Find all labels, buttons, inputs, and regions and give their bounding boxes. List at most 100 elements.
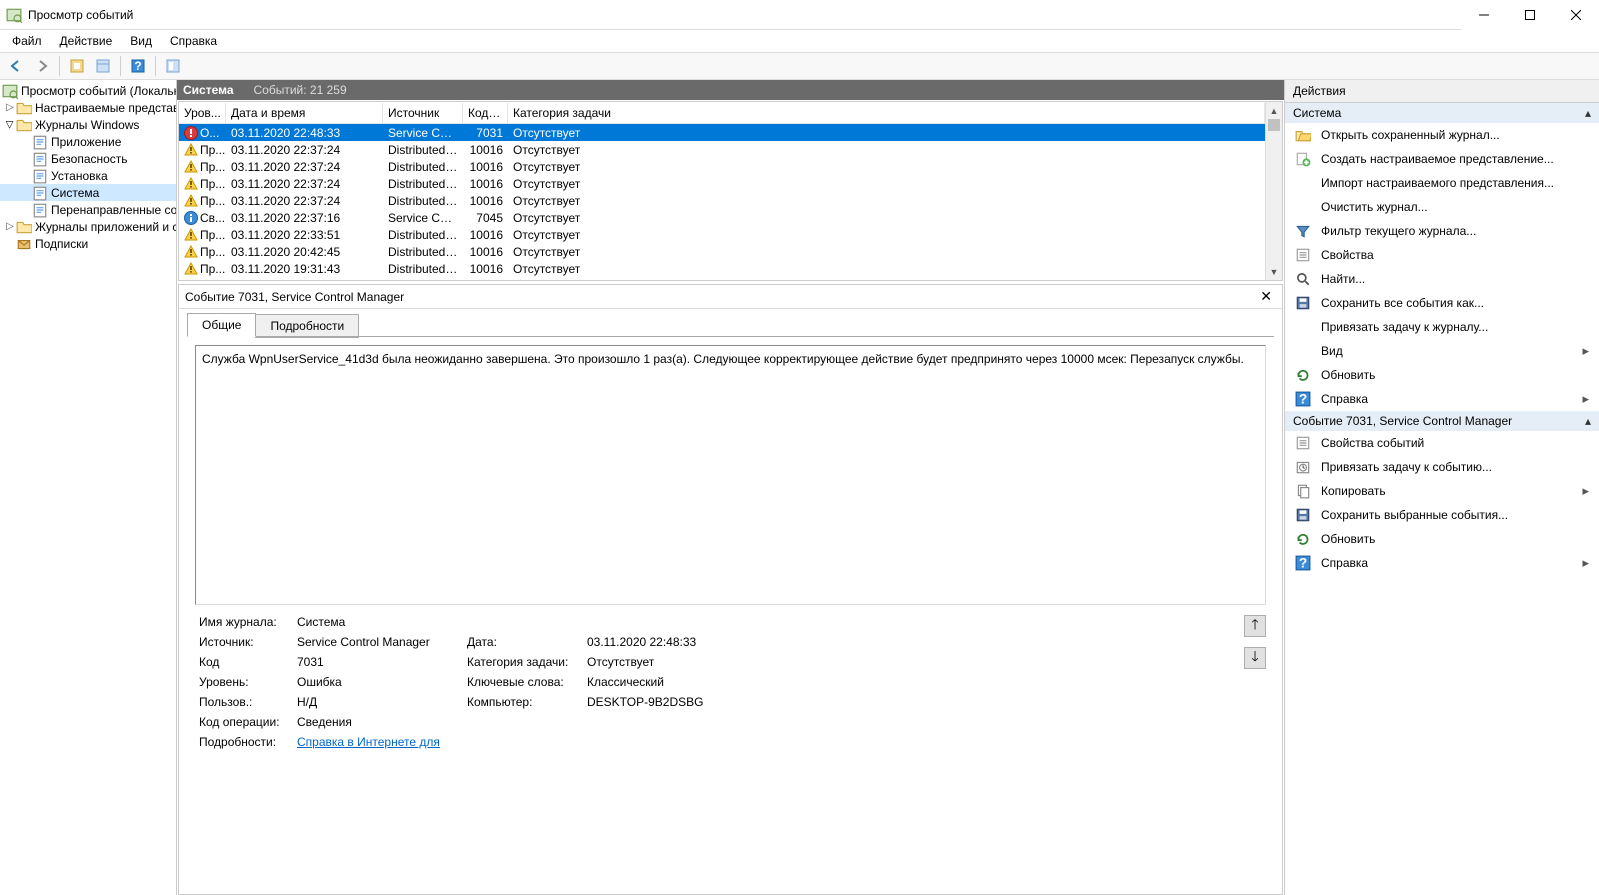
nav-back-button[interactable] (4, 54, 28, 78)
action-item[interactable]: Обновить (1285, 527, 1599, 551)
chevron-right-icon: ▸ (1582, 483, 1589, 499)
actions-pane: Действия Система▴ Открыть сохраненный жу… (1285, 80, 1599, 895)
col-category[interactable]: Категория задачи (508, 103, 1265, 123)
tree-setup[interactable]: Установка (0, 167, 176, 184)
props-icon (1295, 435, 1311, 451)
event-description: Служба WpnUserService_41d3d была неожида… (195, 345, 1266, 605)
detail-close-button[interactable]: ✕ (1256, 288, 1276, 305)
action-item[interactable]: Импорт настраиваемого представления... (1285, 171, 1599, 195)
action-item[interactable]: Создать настраиваемое представление... (1285, 147, 1599, 171)
chevron-right-icon: ▸ (1582, 343, 1589, 359)
minimize-button[interactable] (1461, 0, 1507, 30)
action-item[interactable]: Найти... (1285, 267, 1599, 291)
tree-custom-views[interactable]: ▷ Настраиваемые представл (0, 99, 176, 116)
chevron-right-icon: ▸ (1582, 555, 1589, 571)
scroll-down-icon[interactable]: ▼ (1266, 263, 1282, 280)
window-title: Просмотр событий (28, 8, 133, 22)
nav-up-button[interactable]: 🡑 (1244, 615, 1266, 637)
toolbar-button-3[interactable] (161, 54, 185, 78)
toolbar-button-2[interactable] (91, 54, 115, 78)
tree-root[interactable]: Просмотр событий (Локальны (0, 82, 176, 99)
log-icon (32, 185, 48, 201)
online-help-link[interactable]: Справка в Интернете для (297, 735, 440, 749)
center-header: Система Событий: 21 259 (177, 80, 1284, 100)
nav-forward-button[interactable] (30, 54, 54, 78)
actions-section-system[interactable]: Система▴ (1285, 103, 1599, 123)
event-row[interactable]: Пр...03.11.2020 20:42:45DistributedC...1… (179, 243, 1265, 260)
close-button[interactable] (1553, 0, 1599, 30)
tree-windows-logs[interactable]: ▷ Журналы Windows (0, 116, 176, 133)
warn-icon (184, 245, 198, 259)
action-item[interactable]: Привязать задачу к журналу... (1285, 315, 1599, 339)
menu-file[interactable]: Файл (4, 32, 50, 50)
action-item[interactable]: Свойства (1285, 243, 1599, 267)
collapse-icon: ▴ (1585, 414, 1591, 428)
actions-heading: Действия (1285, 80, 1599, 103)
event-list: Уров... Дата и время Источник Код с... К… (178, 101, 1283, 281)
tree-system[interactable]: Система (0, 184, 176, 201)
event-list-scrollbar[interactable]: ▲ ▼ (1265, 102, 1282, 280)
event-row[interactable]: Пр...03.11.2020 22:37:24DistributedC...1… (179, 158, 1265, 175)
chevron-right-icon: ▸ (1582, 391, 1589, 407)
actions-section-event[interactable]: Событие 7031, Service Control Manager▴ (1285, 411, 1599, 431)
action-item[interactable]: Справка▸ (1285, 387, 1599, 411)
detail-title: Событие 7031, Service Control Manager (185, 290, 404, 304)
col-date[interactable]: Дата и время (226, 103, 383, 123)
props-icon (1295, 247, 1311, 263)
tree-subscriptions[interactable]: Подписки (0, 235, 176, 252)
log-icon (32, 134, 48, 150)
event-row[interactable]: Пр...03.11.2020 22:37:24DistributedC...1… (179, 192, 1265, 209)
tab-general[interactable]: Общие (187, 313, 256, 337)
menubar: Файл Действие Вид Справка (0, 30, 1599, 52)
action-item[interactable]: Очистить журнал... (1285, 195, 1599, 219)
tab-details[interactable]: Подробности (255, 314, 359, 338)
action-item[interactable]: Свойства событий (1285, 431, 1599, 455)
action-item[interactable]: Фильтр текущего журнала... (1285, 219, 1599, 243)
event-row[interactable]: Пр...03.11.2020 22:37:24DistributedC...1… (179, 175, 1265, 192)
nav-down-button[interactable]: 🡓 (1244, 647, 1266, 669)
maximize-button[interactable] (1507, 0, 1553, 30)
tree-app-logs[interactable]: ▷ Журналы приложений и сл (0, 218, 176, 235)
toolbar (0, 52, 1599, 80)
find-icon (1295, 271, 1311, 287)
titlebar: Просмотр событий (0, 0, 1461, 30)
menu-help[interactable]: Справка (162, 32, 225, 50)
scroll-up-icon[interactable]: ▲ (1266, 102, 1282, 119)
app-icon (6, 7, 22, 23)
menu-view[interactable]: Вид (122, 32, 160, 50)
col-code[interactable]: Код с... (463, 103, 508, 123)
event-row[interactable]: Пр...03.11.2020 19:31:43DistributedC...1… (179, 260, 1265, 277)
expander-icon[interactable]: ▷ (4, 221, 16, 233)
action-item[interactable]: Сохранить все события как... (1285, 291, 1599, 315)
action-item[interactable]: Копировать▸ (1285, 479, 1599, 503)
menu-action[interactable]: Действие (52, 32, 121, 50)
copy-icon (1295, 483, 1311, 499)
event-row[interactable]: Пр...03.11.2020 22:33:51DistributedC...1… (179, 226, 1265, 243)
expander-icon[interactable]: ▷ (4, 119, 16, 131)
event-row[interactable]: О...03.11.2020 22:48:33Service Cont...70… (179, 124, 1265, 141)
event-row[interactable]: Пр...03.11.2020 22:37:24DistributedC...1… (179, 141, 1265, 158)
tree-security[interactable]: Безопасность (0, 150, 176, 167)
log-icon (32, 202, 48, 218)
expander-icon[interactable]: ▷ (4, 102, 16, 114)
event-row[interactable]: Св...03.11.2020 22:37:16Service Cont...7… (179, 209, 1265, 226)
action-item[interactable]: Обновить (1285, 363, 1599, 387)
action-item[interactable]: Привязать задачу к событию... (1285, 455, 1599, 479)
action-item[interactable]: Справка▸ (1285, 551, 1599, 575)
col-level[interactable]: Уров... (179, 103, 226, 123)
toolbar-button-1[interactable] (65, 54, 89, 78)
warn-icon (184, 262, 198, 276)
tree-forwarded[interactable]: Перенаправленные соб (0, 201, 176, 218)
folder-icon (16, 219, 32, 235)
col-source[interactable]: Источник (383, 103, 463, 123)
action-item[interactable]: Вид▸ (1285, 339, 1599, 363)
refresh-icon (1295, 367, 1311, 383)
subscription-icon (16, 236, 32, 252)
toolbar-help-button[interactable] (126, 54, 150, 78)
log-icon (32, 151, 48, 167)
tree-application[interactable]: Приложение (0, 133, 176, 150)
action-item[interactable]: Сохранить выбранные события... (1285, 503, 1599, 527)
warn-icon (184, 160, 198, 174)
action-item[interactable]: Открыть сохраненный журнал... (1285, 123, 1599, 147)
eventvwr-icon (2, 83, 18, 99)
